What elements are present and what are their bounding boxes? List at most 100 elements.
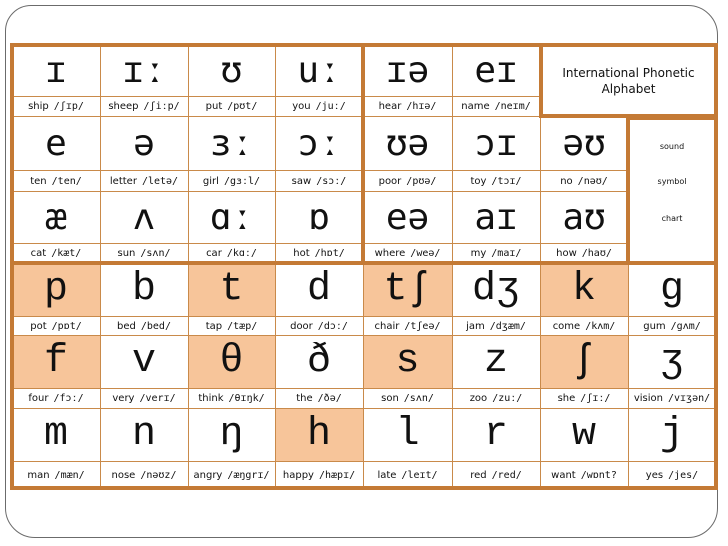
example-transcription: /ʃɪp/ [53,101,84,112]
example-transcription: /tæp/ [227,320,258,332]
chart-title-box: International Phonetic Alphabet [539,43,718,118]
example-transcription: /sʌn/ [403,393,434,404]
example-word: jam [466,320,485,332]
phoneme-cell: ə letter/letə/ [100,116,188,191]
phoneme-symbol: v [131,339,156,384]
example-word: want [551,469,576,481]
example-word: the [296,393,313,404]
phoneme-cell: ɪː sheep/ʃiːp/ [100,45,188,116]
example-word-label: how/haʊ/ [540,243,628,263]
phoneme-cell: t tap/tæp/ [188,263,275,335]
phoneme-symbol: ɪ [45,50,67,91]
example-word: angry [193,469,223,481]
example-word-label: name/neɪm/ [452,96,540,116]
example-word-label: letter/letə/ [100,170,188,191]
example-transcription: /pɒt/ [51,320,82,332]
grid-divider-vertical [188,45,189,488]
example-word-label: late/leɪt/ [363,461,452,488]
consonant-section-divider [12,261,716,265]
example-word-label: girl/gɜːl/ [188,170,275,191]
phoneme-symbol: s [395,339,420,384]
phoneme-symbol: e [45,122,67,164]
phoneme-symbol: w [571,412,596,457]
example-transcription: /dʒæm/ [489,320,526,332]
side-caption-symbol: symbol [657,177,687,186]
phoneme-symbol: ɔɪ [474,122,518,164]
example-word-label: gum/gʌm/ [628,316,716,335]
phoneme-cell: b bed/bed/ [100,263,188,335]
phoneme-symbol: l [395,412,420,457]
example-word-label: toy/tɔɪ/ [452,170,540,191]
example-word-label: yes/jes/ [628,461,716,488]
example-word: pot [30,320,47,332]
side-caption-sound: sound [659,142,685,151]
example-transcription: /letə/ [141,175,179,187]
phoneme-symbol: ɪə [385,50,430,91]
example-word-label: the/ðə/ [275,388,363,408]
example-transcription: /juː/ [315,101,346,112]
phoneme-symbol: ʌ [133,196,155,238]
example-transcription: /mæn/ [54,469,85,481]
example-word: gum [643,320,666,332]
example-transcription: /ʃɪː/ [580,393,611,404]
example-word: she [557,393,576,404]
phoneme-symbol: h [306,412,331,457]
phoneme-cell: ʃ she/ʃɪː/ [540,335,628,408]
phoneme-cell: ʊ put/pʊt/ [188,45,275,116]
phoneme-cell: ð the/ðə/ [275,335,363,408]
example-word-label: door/dɔː/ [275,316,363,335]
phoneme-cell: ɜː girl/gɜːl/ [188,116,275,191]
example-word: four [28,393,49,404]
example-word-label: red/red/ [452,461,540,488]
example-word-label: sheep/ʃiːp/ [100,96,188,116]
phoneme-symbol: j [659,412,684,457]
phoneme-symbol: p [43,267,68,312]
phoneme-cell: ɪ ship/ʃɪp/ [12,45,100,116]
example-transcription: /ten/ [51,175,82,187]
phoneme-cell: ʌ sun/sʌn/ [100,191,188,263]
example-word: sheep [108,101,139,112]
chart-title-line1: International Phonetic [562,65,695,80]
phoneme-symbol: t [219,267,244,312]
example-word: red [470,469,487,481]
phoneme-cell: ʒ vision/vɪʒən/ [628,335,716,408]
example-transcription: /tʃeə/ [404,320,441,332]
phoneme-cell: ŋ angry/æŋgrɪ/ [188,408,275,488]
example-word-label: hear/hɪə/ [363,96,452,116]
phoneme-symbol: tʃ [383,267,432,312]
example-word: come [552,320,581,332]
phoneme-cell: θ think/θɪŋk/ [188,335,275,408]
example-word-label: you/juː/ [275,96,363,116]
phoneme-cell: tʃ chair/tʃeə/ [363,263,452,335]
example-transcription: /maɪ/ [491,248,522,259]
example-transcription: /red/ [491,469,522,481]
phoneme-cell: ɔɪ toy/tɔɪ/ [452,116,540,191]
phoneme-symbol: ŋ [219,412,244,457]
example-transcription: /vɪʒən/ [667,393,711,404]
example-word: poor [378,175,402,187]
example-word: car [206,248,222,259]
example-word: ten [30,175,47,187]
example-word: letter [109,175,137,187]
example-transcription: /verɪ/ [139,393,176,404]
example-word-label: she/ʃɪː/ [540,388,628,408]
example-word-label: ten/ten/ [12,170,100,191]
example-transcription: /ðə/ [317,393,342,404]
example-transcription: /dɔː/ [317,320,348,332]
example-transcription: /fɔː/ [53,393,84,404]
phoneme-cell: r red/red/ [452,408,540,488]
example-word-label: my/maɪ/ [452,243,540,263]
example-word-label: man/mæn/ [12,461,100,488]
phoneme-cell: f four/fɔː/ [12,335,100,408]
example-word: chair [374,320,400,332]
example-transcription: /leɪt/ [401,469,438,481]
grid-divider-horizontal [12,335,716,336]
example-word-label: happy/hæpɪ/ [275,461,363,488]
example-word-label: put/pʊt/ [188,96,275,116]
example-word-label: where/weə/ [363,243,452,263]
example-transcription: /hɪə/ [406,101,437,112]
phoneme-cell: aʊ how/haʊ/ [540,191,628,263]
phoneme-cell: dʒ jam/dʒæm/ [452,263,540,335]
grid-divider-vertical [452,45,453,488]
phoneme-symbol: ɒ [308,196,330,238]
